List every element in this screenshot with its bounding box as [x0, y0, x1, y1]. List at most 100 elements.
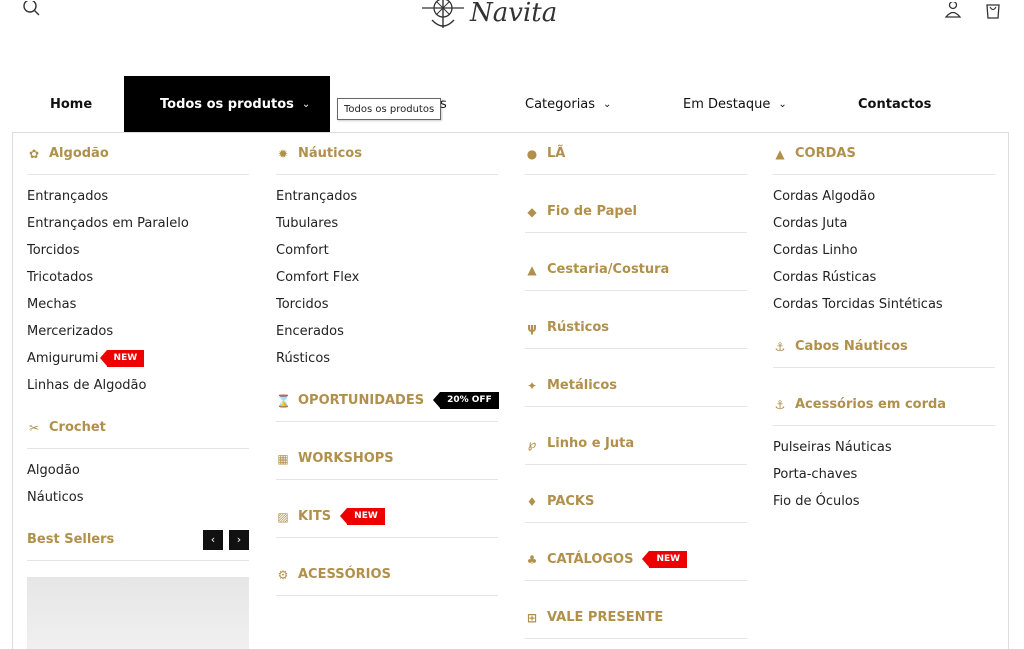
- menu-link[interactable]: Cordas Rústicas: [773, 266, 995, 293]
- nav-categories[interactable]: Categorias ⌄: [525, 76, 611, 132]
- acessorios-corda-title: Acessórios em corda: [795, 397, 947, 412]
- chevron-down-icon: ⌄: [301, 98, 311, 110]
- mega-menu-panel: ✿ Algodão Entrançados Entrançados em Par…: [12, 132, 1009, 649]
- menu-column-3: ● LÃ ◆ Fio de Papel ▲ Cestaria/Costura ψ…: [525, 133, 747, 639]
- algodao-links: Entrançados Entrançados em Paralelo Torc…: [27, 175, 249, 407]
- cestaria-heading[interactable]: ▲ Cestaria/Costura: [525, 249, 747, 291]
- scissors-icon: ✂: [28, 420, 40, 435]
- nav-categories-label: Categorias: [525, 96, 596, 112]
- menu-column-4: ▲ CORDAS Cordas Algodão Cordas Juta Cord…: [773, 133, 995, 523]
- menu-link[interactable]: Mechas: [27, 293, 249, 320]
- menu-link[interactable]: Tricotados: [27, 266, 249, 293]
- gear-icon: ⚙: [277, 567, 289, 582]
- chevron-right-icon[interactable]: ›: [229, 529, 249, 550]
- main-nav: Home Todos os produtos ⌄ s Categorias ⌄ …: [0, 76, 1024, 132]
- la-heading[interactable]: ● LÃ: [525, 133, 747, 175]
- packs-heading[interactable]: ♦ PACKS: [525, 481, 747, 523]
- acessorios-heading[interactable]: ⚙ ACESSÓRIOS: [276, 554, 498, 596]
- menu-link[interactable]: Porta-chaves: [773, 463, 995, 490]
- menu-link[interactable]: Encerados: [276, 320, 498, 347]
- anchor-icon: ⚓: [774, 339, 786, 354]
- workshops-heading[interactable]: ▦ WORKSHOPS: [276, 438, 498, 480]
- linho-juta-heading[interactable]: ℘ Linho e Juta: [525, 423, 747, 465]
- menu-link[interactable]: Náuticos: [27, 486, 249, 513]
- cart-icon[interactable]: [982, 0, 1004, 20]
- calendar-icon: ▦: [277, 451, 289, 466]
- fio-papel-title: Fio de Papel: [547, 204, 637, 219]
- discount-badge: 20% OFF: [433, 392, 499, 409]
- amigurumi-label: Amigurumi: [27, 351, 99, 366]
- cubes-icon: ♦: [526, 494, 538, 509]
- cabos-nauticos-heading[interactable]: ⚓ Cabos Náuticos: [773, 326, 995, 368]
- crochet-title: Crochet: [49, 420, 106, 435]
- sun-icon: ✹: [277, 146, 289, 161]
- nauticos-title: Náuticos: [298, 146, 362, 161]
- menu-link[interactable]: Torcidos: [27, 239, 249, 266]
- oportunidades-title: OPORTUNIDADES: [298, 393, 425, 408]
- oportunidades-heading[interactable]: ⌛ OPORTUNIDADES 20% OFF: [276, 380, 499, 422]
- menu-link[interactable]: Cordas Algodão: [773, 185, 995, 212]
- vale-presente-heading[interactable]: ⊞ VALE PRESENTE: [525, 597, 747, 639]
- chevron-down-icon: ⌄: [603, 98, 612, 110]
- search-icon[interactable]: [20, 0, 44, 20]
- account-icon[interactable]: [942, 0, 964, 20]
- new-badge: NEW: [99, 350, 145, 367]
- menu-link[interactable]: Algodão: [27, 459, 249, 486]
- packs-title: PACKS: [547, 494, 595, 509]
- menu-link[interactable]: Entrançados em Paralelo: [27, 212, 249, 239]
- plant-icon: ψ: [527, 320, 537, 335]
- menu-column-2: ✹ Náuticos Entrançados Tubulares Comfort…: [276, 133, 499, 596]
- rusticos-heading[interactable]: ψ Rústicos: [525, 307, 747, 349]
- menu-link[interactable]: Linhas de Algodão: [27, 374, 249, 401]
- top-bar: Navita: [0, 0, 1024, 40]
- menu-link[interactable]: Mercerizados: [27, 320, 249, 347]
- nav-contacts[interactable]: Contactos: [858, 76, 931, 132]
- nav-all-products-label: Todos os produtos: [160, 96, 294, 112]
- hourglass-icon: ⌛: [276, 393, 291, 408]
- nav-home[interactable]: Home: [50, 76, 92, 132]
- new-badge: NEW: [340, 508, 385, 525]
- nauticos-heading[interactable]: ✹ Náuticos: [276, 133, 498, 175]
- menu-link[interactable]: Comfort: [276, 239, 498, 266]
- crochet-links: Algodão Náuticos: [27, 449, 249, 519]
- acessorios-corda-heading[interactable]: ⚓ Acessórios em corda: [773, 384, 995, 426]
- metalicos-heading[interactable]: ✦ Metálicos: [525, 365, 747, 407]
- yarn-ball-icon: ●: [526, 146, 538, 161]
- cordas-title: CORDAS: [795, 146, 856, 161]
- algodao-heading[interactable]: ✿ Algodão: [27, 133, 249, 175]
- crochet-heading[interactable]: ✂ Crochet: [27, 407, 249, 449]
- basket-icon: ▲: [527, 262, 537, 277]
- catalogos-heading[interactable]: ♣ CATÁLOGOS NEW: [525, 539, 747, 581]
- carousel-arrows: ‹ ›: [203, 529, 249, 550]
- menu-column-1: ✿ Algodão Entrançados Entrançados em Par…: [27, 133, 249, 649]
- chevron-left-icon[interactable]: ‹: [203, 529, 223, 550]
- menu-link[interactable]: Entrançados: [276, 185, 498, 212]
- menu-link[interactable]: Entrançados: [27, 185, 249, 212]
- cordas-heading[interactable]: ▲ CORDAS: [773, 133, 995, 175]
- nav-all-products[interactable]: Todos os produtos ⌄: [124, 76, 330, 132]
- logo[interactable]: Navita: [420, 0, 557, 34]
- menu-link[interactable]: Rústicos: [276, 347, 498, 374]
- fio-papel-heading[interactable]: ◆ Fio de Papel: [525, 191, 747, 233]
- anchor-icon: ⚓: [774, 397, 786, 412]
- chevron-down-icon: ⌄: [778, 98, 787, 110]
- workshops-title: WORKSHOPS: [298, 451, 394, 466]
- algodao-title: Algodão: [49, 146, 109, 161]
- menu-link[interactable]: Comfort Flex: [276, 266, 498, 293]
- anchor-logo-icon: [422, 0, 464, 28]
- menu-link[interactable]: Pulseiras Náuticas: [773, 436, 995, 463]
- nav-featured-label: Em Destaque: [683, 96, 771, 112]
- menu-link-amigurumi[interactable]: Amigurumi NEW: [27, 347, 249, 374]
- acessorios-title: ACESSÓRIOS: [298, 567, 391, 582]
- nav-featured[interactable]: Em Destaque ⌄: [683, 76, 787, 132]
- menu-link[interactable]: Fio de Óculos: [773, 490, 995, 517]
- logo-text: Navita: [470, 0, 558, 28]
- product-image[interactable]: [27, 577, 249, 649]
- menu-link[interactable]: Cordas Linho: [773, 239, 995, 266]
- kits-heading[interactable]: ▨ KITS NEW: [276, 496, 498, 538]
- menu-link[interactable]: Torcidos: [276, 293, 498, 320]
- menu-link[interactable]: Cordas Torcidas Sintéticas: [773, 293, 995, 320]
- leaf-icon: ◆: [527, 204, 537, 219]
- menu-link[interactable]: Tubulares: [276, 212, 498, 239]
- menu-link[interactable]: Cordas Juta: [773, 212, 995, 239]
